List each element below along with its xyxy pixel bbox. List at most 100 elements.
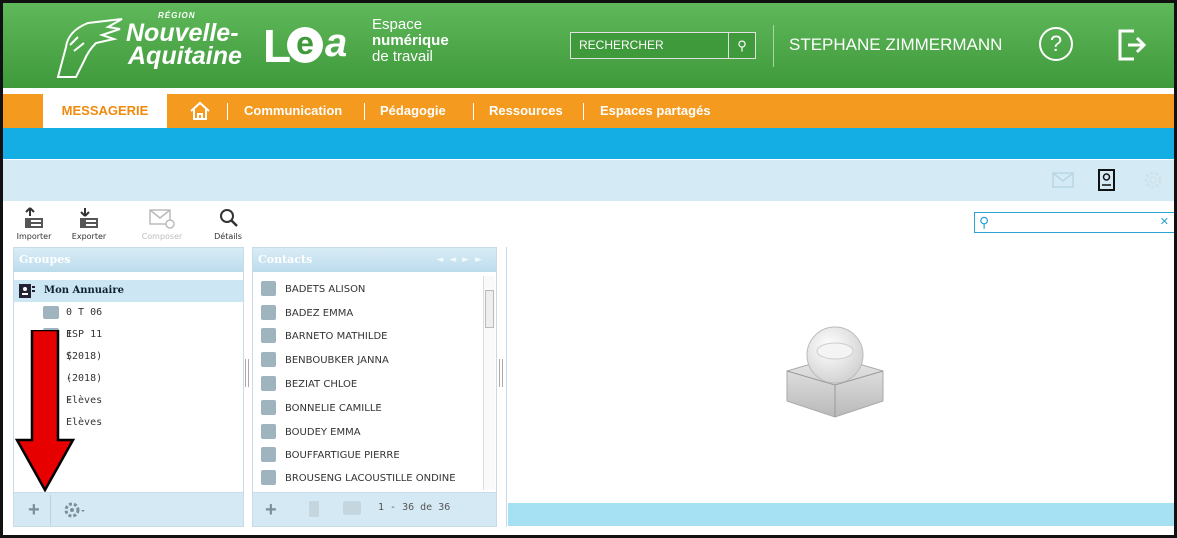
avatar [261,400,276,415]
add-contact-icon[interactable]: + [265,499,277,522]
pager-arrows-icon[interactable]: ◄◄►► [436,248,488,272]
address-book-icon[interactable] [1094,169,1118,191]
contacts-title: Contacts [258,253,313,266]
lea-logo[interactable]: L e a [263,17,363,73]
scrollbar-thumb[interactable] [485,290,494,328]
contact-row[interactable]: BOUDEY EMMA [261,421,481,444]
details-label: Détails [214,232,242,241]
search-icon[interactable]: ⚲ [728,32,756,59]
magnifier-icon [220,209,238,227]
contacts-header: Contacts ◄◄►► [253,248,496,272]
nav-separator [364,103,365,120]
add-group-icon[interactable]: + [28,499,40,522]
espace-line3: de travail [372,48,433,65]
contact-row[interactable]: BEZIAT CHLOE [261,373,481,396]
mail-icon[interactable] [1051,169,1075,191]
trash-icon[interactable] [309,501,319,517]
avatar [261,281,276,296]
user-name[interactable]: STEPHANE ZIMMERMANN [789,35,1002,55]
header-divider [773,25,774,67]
nav-item-communication[interactable]: Communication [244,94,342,128]
search-icon: ⚲ [979,214,990,230]
contact-search-input[interactable]: ⚲ ✕ [974,212,1174,233]
panel-splitter[interactable] [245,359,249,387]
question-icon[interactable]: ? [1039,27,1073,61]
nav-item-pedagogie[interactable]: Pédagogie [380,94,446,128]
gear-icon[interactable] [1141,169,1165,191]
pagination-label: 1 - 36 de 36 [378,502,451,513]
avatar [261,470,276,485]
nav-separator [473,103,474,120]
group-item-mon-annuaire[interactable]: Mon Annuaire [14,280,243,302]
avatar [261,376,276,391]
contact-row[interactable]: BADETS ALISON [261,278,481,301]
contact-row[interactable]: BADEZ EMMA [261,302,481,325]
avatar [261,352,276,367]
contact-name: BOUFFARTIGUE PIERRE [285,450,400,461]
preview-status-bar [508,503,1174,526]
contact-name: BROUSENG LACOUSTILLE ONDINE [285,473,456,484]
region-logo[interactable]: RÉGION Nouvelle- Aquitaine [48,11,258,81]
address-book-icon [19,284,35,298]
export-button[interactable]: Exporter [64,207,114,243]
empty-preview-icon [786,326,884,418]
contact-name: BENBOUBKER JANNA [285,355,389,366]
region-name-line2: Aquitaine [128,42,242,70]
clear-icon[interactable]: ✕ [1160,215,1169,228]
lea-logo-e: e [287,27,323,63]
espace-line1: Espace [372,16,423,33]
home-icon[interactable] [189,101,211,121]
import-icon [25,207,43,228]
nav-item-ressources[interactable]: Ressources [489,94,563,128]
compose-mail-icon [149,209,175,229]
nav-separator [227,103,228,120]
import-label: Importer [16,232,52,241]
contact-name: BADEZ EMMA [285,308,354,319]
contact-name: BONNELIE CAMILLE [285,403,382,414]
blue-band [3,128,1174,159]
contact-row[interactable]: BENBOUBKER JANNA [261,349,481,372]
contact-row[interactable]: BROUSENG LACOUSTILLE ONDINE [261,467,481,490]
export-label: Exporter [71,232,107,241]
contact-name: BOUDEY EMMA [285,427,361,438]
lea-logo-a: a [325,21,348,65]
tab-messagerie[interactable]: MESSAGERIE [43,94,167,128]
export-icon [80,208,98,228]
app-window: RÉGION Nouvelle- Aquitaine L e a Espace … [0,0,1177,538]
contact-row[interactable]: BONNELIE CAMILLE [261,397,481,420]
gear-menu-icon[interactable] [64,502,88,518]
contact-name: BADETS ALISON [285,284,366,295]
group-icon [43,306,59,319]
details-button[interactable]: Détails [203,207,253,243]
logout-icon[interactable] [1116,27,1146,63]
contact-name: BARNETO MATHILDE [285,331,388,342]
import-button[interactable]: Importer [9,207,59,243]
contacts-panel: Contacts ◄◄►► BADETS ALISON BADEZ EMMA B… [252,247,497,527]
contact-row[interactable]: BARNETO MATHILDE [261,325,481,348]
contact-name: BEZIAT CHLOE [285,379,358,390]
contact-card-icon[interactable] [343,501,361,515]
header: RÉGION Nouvelle- Aquitaine L e a Espace … [3,3,1174,88]
contact-row[interactable]: BOUFFARTIGUE PIERRE [261,444,481,467]
avatar [261,328,276,343]
group-label: Mon Annuaire [44,285,124,296]
footer-divider [50,495,51,525]
compose-label: Composer [141,232,183,241]
espace-numerique-label: Espace numérique de travail [372,17,449,65]
groups-header: Groupes [14,248,243,272]
preview-pane [506,247,1174,527]
horse-logo-icon [56,18,123,78]
red-arrow-annotation [15,330,75,492]
avatar [261,424,276,439]
view-switcher-bar [3,159,1174,201]
nav-item-espaces-partages[interactable]: Espaces partagés [600,94,711,128]
nav-separator [583,103,584,120]
avatar [261,447,276,462]
compose-button[interactable]: Composer [137,207,187,243]
avatar [261,305,276,320]
espace-line2: numérique [372,32,449,49]
contacts-footer: + 1 - 36 de 36 [253,492,496,526]
header-search-input[interactable]: RECHERCHER [570,32,730,59]
panel-splitter[interactable] [499,359,503,387]
contacts-scrollbar[interactable] [483,276,495,490]
